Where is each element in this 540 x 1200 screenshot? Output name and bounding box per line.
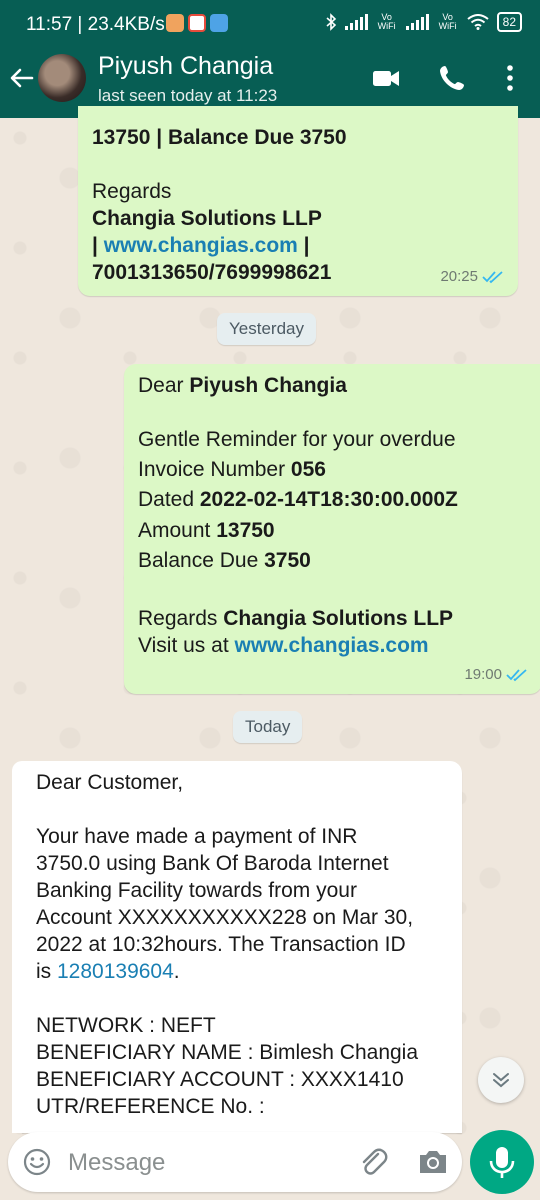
message-text: Your have made a payment of INR xyxy=(36,825,358,848)
contact-name[interactable]: Piyush Changia xyxy=(98,52,273,81)
notification-app-icon xyxy=(166,14,184,32)
message-text: Dear Customer, xyxy=(36,771,184,794)
message-input[interactable] xyxy=(66,1142,340,1184)
date-divider-today: Today xyxy=(233,711,303,743)
notification-app-icon xyxy=(210,14,228,32)
message-text: Banking Facility towards from your xyxy=(36,879,357,902)
status-bar: 11:57 | 23.4KB/s Vo WiFi Vo WiFi 82 xyxy=(0,0,540,50)
message-text: Account XXXXXXXXXXX228 on Mar 30, xyxy=(36,906,414,929)
status-app-icons xyxy=(166,14,228,32)
mic-button[interactable] xyxy=(470,1130,534,1194)
message-text: Amount 13750 xyxy=(138,519,275,542)
double-check-icon xyxy=(506,668,527,681)
signal-icon xyxy=(405,14,429,30)
status-right: Vo WiFi Vo WiFi 82 xyxy=(325,12,522,32)
mic-icon xyxy=(489,1147,515,1178)
chevron-down-icon xyxy=(493,1073,509,1088)
message-text: UTR/REFERENCE No. : xyxy=(36,1095,265,1118)
message-text: 13750 | Balance Due 3750 xyxy=(92,126,347,149)
vowifi-label: Vo WiFi xyxy=(438,12,457,31)
bluetooth-icon xyxy=(326,13,336,31)
message-text: Invoice Number 056 xyxy=(138,458,326,481)
status-time: 11:57 | 23.4KB/s xyxy=(26,14,165,35)
message-text: 3750.0 using Bank Of Baroda Internet xyxy=(36,852,389,875)
top-bar: 11:57 | 23.4KB/s Vo WiFi Vo WiFi 82 Piyu… xyxy=(0,0,540,118)
message-time: 19:00 xyxy=(464,666,502,683)
message-text: Regards Changia Solutions LLP xyxy=(138,607,454,630)
transaction-id-link[interactable]: 1280139604 xyxy=(57,960,174,983)
message-text: Regards xyxy=(92,180,172,203)
scroll-to-bottom-button[interactable] xyxy=(478,1057,524,1103)
double-check-icon xyxy=(482,270,503,283)
vowifi-label: Vo WiFi xyxy=(377,12,396,31)
incoming-bubble-edge xyxy=(12,761,26,1133)
emoji-icon[interactable] xyxy=(22,1147,52,1177)
message-meta: 19:00 xyxy=(464,661,528,688)
message-text: Balance Due 3750 xyxy=(138,549,311,572)
outgoing-message[interactable]: 13750 | Balance Due 3750 Regards Changia… xyxy=(78,106,518,296)
website-link[interactable]: www.changias.com xyxy=(235,634,429,657)
message-text: NETWORK : NEFT xyxy=(36,1014,216,1037)
contact-avatar[interactable] xyxy=(38,54,86,102)
date-divider-yesterday: Yesterday xyxy=(217,313,316,345)
message-text: Gentle Reminder for your overdue xyxy=(138,428,456,451)
back-arrow-icon[interactable] xyxy=(8,64,36,92)
battery-indicator: 82 xyxy=(496,12,522,32)
camera-icon[interactable] xyxy=(416,1146,450,1178)
notification-app-icon xyxy=(188,14,206,32)
message-text: Visit us at www.changias.com xyxy=(138,634,429,657)
message-time: 20:25 xyxy=(440,268,478,285)
attach-icon[interactable] xyxy=(356,1145,390,1179)
outgoing-message[interactable]: Dear Piyush Changia Gentle Reminder for … xyxy=(124,364,540,694)
message-text: is 1280139604. xyxy=(36,960,180,983)
message-text: BENEFICIARY NAME : Bimlesh Changia xyxy=(36,1041,419,1064)
message-text: Dated 2022-02-14T18:30:00.000Z xyxy=(138,488,458,511)
incoming-message[interactable]: Dear Customer, Your have made a payment … xyxy=(22,761,462,1133)
message-text: Dear Piyush Changia xyxy=(138,374,347,397)
message-text: Changia Solutions LLP xyxy=(92,207,322,230)
message-text: 2022 at 10:32hours. The Transaction ID xyxy=(36,933,406,956)
phone-icon[interactable] xyxy=(436,62,468,94)
last-seen-status[interactable]: last seen today at 11:23 xyxy=(98,86,277,106)
message-text: | www.changias.com | xyxy=(92,234,310,257)
message-text: BENEFICIARY ACCOUNT : XXXX1410 xyxy=(36,1068,404,1091)
message-meta: 20:25 xyxy=(440,263,504,290)
video-call-icon[interactable] xyxy=(370,62,402,94)
message-composer xyxy=(8,1132,462,1192)
signal-icon xyxy=(344,14,368,30)
more-vert-icon[interactable] xyxy=(494,62,526,94)
website-link[interactable]: www.changias.com xyxy=(104,234,298,257)
message-text: 7001313650/7699998621 xyxy=(92,261,332,284)
wifi-icon xyxy=(467,14,489,30)
